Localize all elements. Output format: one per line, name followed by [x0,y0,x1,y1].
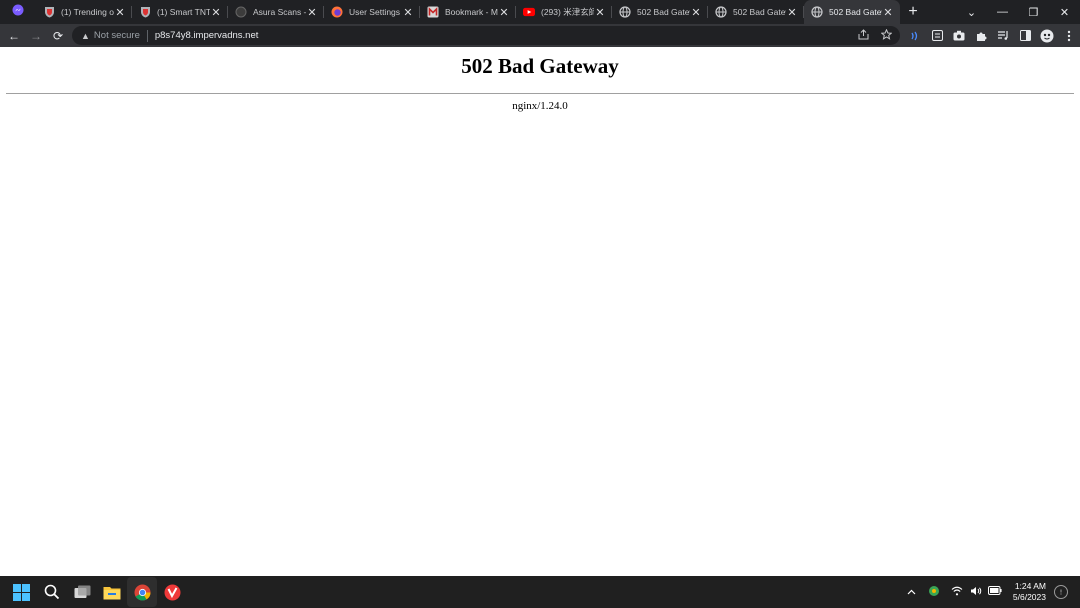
search-icon[interactable] [37,577,67,607]
tab-close-button[interactable]: ✕ [402,6,414,19]
tab-title: 502 Bad Gatew [637,7,690,17]
tab-bookmark[interactable]: Bookmark - M ✕ [420,0,516,24]
kebab-menu-icon[interactable] [1058,24,1080,47]
extension-bar [904,24,1080,47]
share-icon[interactable] [858,28,869,43]
new-tab-button[interactable]: + [902,0,924,24]
page-content: 502 Bad Gateway nginx/1.24.0 [0,47,1080,576]
tab-502-active[interactable]: 502 Bad Gatew ✕ [804,0,900,24]
file-explorer-icon[interactable] [97,577,127,607]
page-title: 502 Bad Gateway [461,54,619,78]
profile-avatar-icon[interactable] [1036,24,1058,47]
clock[interactable]: 1:24 AM 5/6/2023 [1013,581,1046,603]
tab-close-button[interactable]: ✕ [882,6,894,19]
tab-strip: (1) Trending o ✕ (1) Smart TNT ✕ Asura S… [0,0,1080,24]
side-panel-icon[interactable] [1014,24,1036,47]
camera-icon[interactable] [948,24,970,47]
chrome-icon[interactable] [127,577,157,607]
tab-title: (293) 米津玄師 [541,7,594,17]
messenger-tab[interactable] [0,0,36,24]
wifi-icon[interactable] [948,586,967,599]
warning-icon[interactable]: ▲ [81,31,90,41]
media-queue-icon[interactable] [992,24,1014,47]
tab-smart-tnt[interactable]: (1) Smart TNT ✕ [132,0,228,24]
tab-trending[interactable]: (1) Trending o ✕ [36,0,132,24]
system-tray: 1:24 AM 5/6/2023 [902,576,1080,608]
tab-title: Bookmark - M [445,7,498,17]
calculator-icon[interactable] [926,24,948,47]
clock-date: 5/6/2023 [1012,592,1046,602]
firefox-icon [331,6,343,18]
tnt-shield-icon [139,6,151,18]
tab-title: (1) Trending o [61,7,114,17]
tab-502-a[interactable]: 502 Bad Gatew ✕ [612,0,708,24]
tab-title: 502 Bad Gatew [829,7,882,17]
tab-youtube[interactable]: (293) 米津玄師 ✕ [516,0,612,24]
tab-close-button[interactable]: ✕ [594,6,606,19]
globe-icon [619,6,631,18]
restore-button[interactable]: ❐ [1018,6,1049,19]
forward-button[interactable]: → [25,24,47,47]
task-view-icon[interactable] [67,577,97,607]
show-hidden-icons-icon[interactable] [902,587,921,598]
vivaldi-icon[interactable] [157,577,187,607]
globe-icon [811,6,823,18]
minimize-button[interactable]: — [987,6,1018,18]
tab-title: 502 Bad Gatew [733,7,786,17]
battery-icon[interactable] [986,586,1005,598]
star-icon[interactable] [880,28,893,43]
network-app-icon[interactable] [925,585,944,600]
volume-icon[interactable] [967,586,986,599]
divider [6,93,1074,94]
start-icon[interactable] [6,577,36,607]
tab-close-button[interactable]: ✕ [114,6,126,19]
url-text[interactable]: p8s74y8.impervadns.net [155,30,259,41]
tab-502-b[interactable]: 502 Bad Gatew ✕ [708,0,804,24]
security-label[interactable]: Not secure [94,30,140,41]
globe-icon [715,6,727,18]
tab-close-button[interactable]: ✕ [690,6,702,19]
tab-close-button[interactable]: ✕ [306,6,318,19]
tab-title: (1) Smart TNT [157,7,210,17]
read-aloud-icon[interactable] [904,24,926,47]
tab-close-button[interactable]: ✕ [786,6,798,19]
omnibox-actions [858,26,893,45]
tab-title: Asura Scans - I [253,7,306,17]
asura-icon [235,6,247,18]
reload-button[interactable]: ⟳ [47,24,69,47]
taskbar-apps [6,577,187,607]
messenger-icon [12,3,24,21]
clock-time: 1:24 AM [1014,581,1046,591]
tab-search-button[interactable]: ⌄ [956,6,987,19]
server-signature: nginx/1.24.0 [512,100,568,112]
address-bar[interactable]: ▲ Not secure p8s74y8.impervadns.net [72,26,900,45]
taskbar: 1:24 AM 5/6/2023 [0,576,1080,608]
browser-toolbar: ← → ⟳ ▲ Not secure p8s74y8.impervadns.ne… [0,24,1080,47]
tab-close-button[interactable]: ✕ [498,6,510,19]
tab-user-settings[interactable]: User Settings - ✕ [324,0,420,24]
tab-asura-scans[interactable]: Asura Scans - I ✕ [228,0,324,24]
tab-title: User Settings - [349,7,402,17]
omnibox-divider [146,29,148,42]
close-window-button[interactable]: ✕ [1049,6,1080,19]
window-controls: ⌄ — ❐ ✕ [956,0,1080,24]
tab-close-button[interactable]: ✕ [210,6,222,19]
extensions-puzzle-icon[interactable] [970,24,992,47]
back-button[interactable]: ← [3,24,25,47]
youtube-icon [523,6,535,18]
bookmark-m-icon [427,6,439,18]
tnt-shield-icon [43,6,55,18]
notification-icon[interactable] [1054,585,1068,599]
